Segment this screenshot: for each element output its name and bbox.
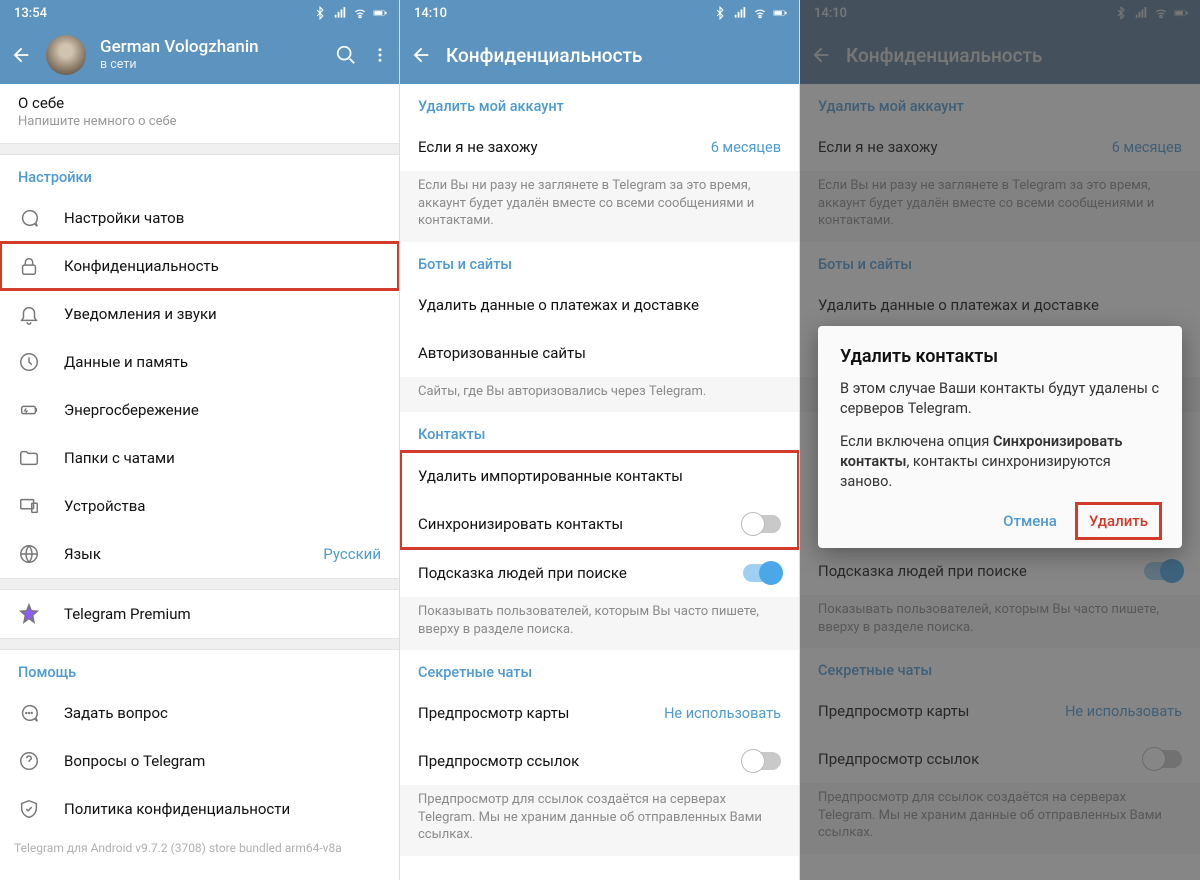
shield-icon: [18, 798, 40, 820]
clock: 13:54: [14, 6, 47, 21]
link-note: Предпросмотр для ссылок создаётся на сер…: [400, 785, 799, 856]
search-icon[interactable]: [335, 44, 357, 66]
bluetooth-icon: [313, 6, 327, 20]
chat-icon: [18, 207, 40, 229]
screen-privacy-dialog: 14:10 Конфиденциальность Удалить мой акк…: [800, 0, 1200, 880]
sites-note: Сайты, где Вы авторизовались через Teleg…: [400, 377, 799, 413]
version-label: Telegram для Android v9.7.2 (3708) store…: [0, 833, 399, 863]
wifi-icon: [353, 6, 367, 20]
battery-icon: [373, 6, 387, 20]
section-delete-account: Удалить мой аккаунт: [400, 84, 799, 123]
delete-payments-row[interactable]: Удалить данные о платежах и доставке: [400, 281, 799, 329]
link-preview-toggle[interactable]: [743, 752, 781, 770]
authorized-sites-row[interactable]: Авторизованные сайты: [400, 329, 799, 377]
dialog-title: Удалить контакты: [840, 346, 1160, 367]
help-faq[interactable]: Вопросы о Telegram: [0, 737, 399, 785]
settings-premium[interactable]: Telegram Premium: [0, 590, 399, 638]
battery-icon: [18, 399, 40, 421]
suggest-people-row[interactable]: Подсказка людей при поиске: [400, 549, 799, 597]
suggest-note: Показывать пользователей, которым Вы час…: [400, 597, 799, 650]
section-help: Помощь: [0, 650, 399, 689]
delete-imported-row[interactable]: Удалить импортированные контакты: [400, 452, 799, 500]
page-title: Конфиденциальность: [446, 44, 789, 67]
data-icon: [18, 351, 40, 373]
lock-icon: [18, 255, 40, 277]
settings-chats[interactable]: Настройки чатов: [0, 194, 399, 242]
link-preview-row[interactable]: Предпросмотр ссылок: [400, 737, 799, 785]
map-preview-row[interactable]: Предпросмотр карты Не использовать: [400, 689, 799, 737]
sync-contacts-row[interactable]: Синхронизировать контакты: [400, 500, 799, 548]
section-settings: Настройки: [0, 155, 399, 194]
battery-icon: [773, 6, 787, 20]
folder-icon: [18, 447, 40, 469]
header-privacy: Конфиденциальность: [400, 26, 799, 84]
chat-dots-icon: [18, 702, 40, 724]
help-policy[interactable]: Политика конфиденциальности: [0, 785, 399, 833]
delete-contacts-dialog: Удалить контакты В этом случае Ваши конт…: [818, 326, 1182, 548]
settings-language[interactable]: Язык Русский: [0, 530, 399, 578]
section-bots: Боты и сайты: [400, 242, 799, 281]
settings-power[interactable]: Энергосбережение: [0, 386, 399, 434]
screen-privacy: 14:10 Конфиденциальность Удалить мой акк…: [400, 0, 800, 880]
bio-field[interactable]: О себе Напишите немного о себе: [0, 84, 399, 143]
sync-toggle[interactable]: [743, 515, 781, 533]
globe-icon: [18, 543, 40, 565]
status-icons: [713, 6, 787, 20]
bluetooth-icon: [713, 6, 727, 20]
avatar[interactable]: [46, 35, 86, 75]
clock: 14:10: [414, 6, 447, 21]
more-icon[interactable]: [371, 44, 389, 66]
signal-icon: [333, 6, 347, 20]
section-secret-chats: Секретные чаты: [400, 650, 799, 689]
cancel-button[interactable]: Отмена: [991, 504, 1069, 538]
back-icon[interactable]: [410, 44, 432, 66]
settings-folders[interactable]: Папки с чатами: [0, 434, 399, 482]
away-note: Если Вы ни разу не заглянете в Telegram …: [400, 171, 799, 242]
status-bar: 14:10: [400, 0, 799, 26]
dialog-body-1: В этом случае Ваши контакты будут удален…: [840, 379, 1160, 420]
status-icons: [313, 6, 387, 20]
settings-notifications[interactable]: Уведомления и звуки: [0, 290, 399, 338]
status-bar: 13:54: [0, 0, 399, 26]
suggest-toggle[interactable]: [743, 564, 781, 582]
premium-star-icon: [18, 603, 40, 625]
question-icon: [18, 750, 40, 772]
bell-icon: [18, 303, 40, 325]
away-period-row[interactable]: Если я не захожу 6 месяцев: [400, 123, 799, 171]
signal-icon: [733, 6, 747, 20]
help-ask[interactable]: Задать вопрос: [0, 689, 399, 737]
section-contacts: Контакты: [400, 412, 799, 451]
settings-data[interactable]: Данные и память: [0, 338, 399, 386]
user-status: в сети: [100, 58, 321, 72]
screen-settings: 13:54 German Vologzhanin в сети О себе Н…: [0, 0, 400, 880]
user-name: German Vologzhanin: [100, 38, 321, 58]
settings-privacy[interactable]: Конфиденциальность: [0, 242, 399, 290]
dialog-body-2: Если включена опция Синхронизировать кон…: [840, 432, 1160, 493]
confirm-delete-button[interactable]: Удалить: [1077, 504, 1160, 538]
devices-icon: [18, 495, 40, 517]
header-profile: German Vologzhanin в сети: [0, 26, 399, 84]
settings-devices[interactable]: Устройства: [0, 482, 399, 530]
back-icon[interactable]: [10, 44, 32, 66]
wifi-icon: [753, 6, 767, 20]
